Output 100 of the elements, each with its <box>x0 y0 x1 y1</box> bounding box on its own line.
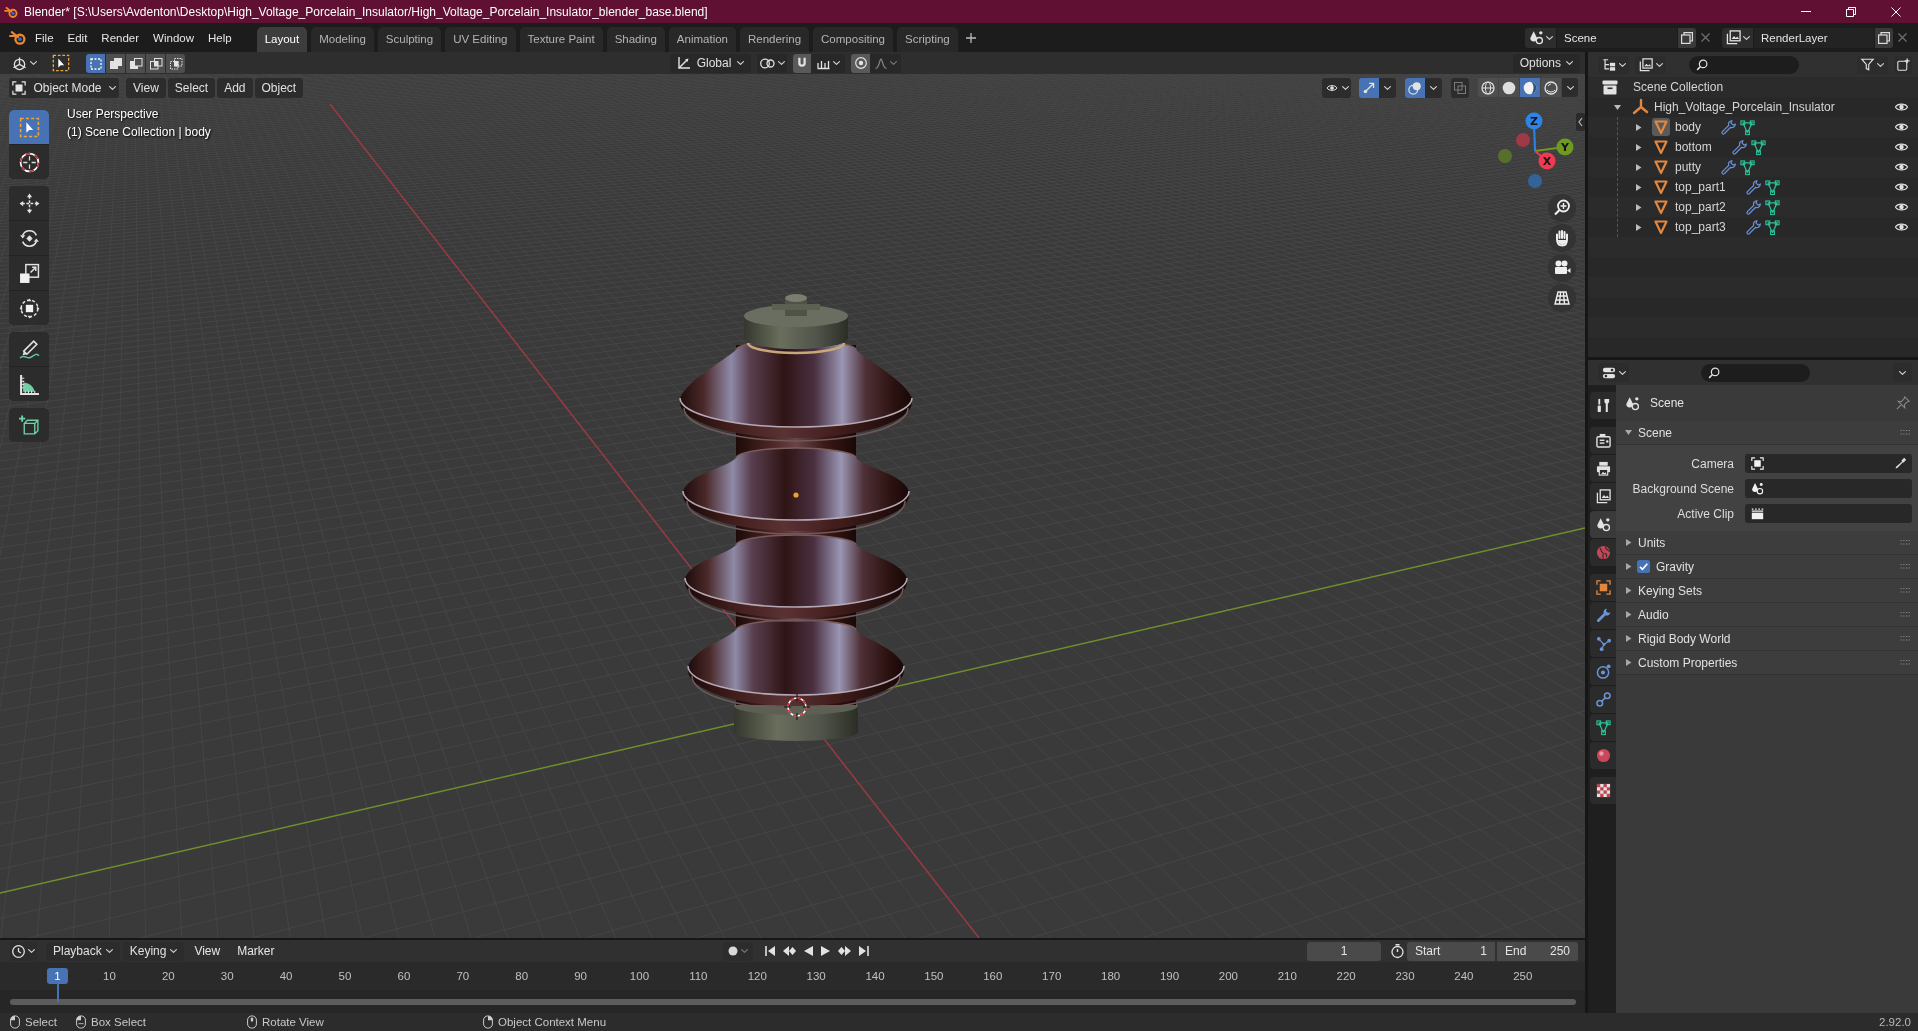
negative-axis-dot[interactable] <box>1516 133 1530 147</box>
eye-icon[interactable] <box>1894 121 1909 133</box>
properties-tab[interactable] <box>1590 686 1616 713</box>
axis-handle[interactable]: X <box>1538 152 1556 170</box>
rotate-tool-button[interactable] <box>9 221 49 255</box>
outliner-item-label[interactable]: body <box>1675 120 1702 134</box>
shading-mode-button[interactable] <box>1541 78 1561 97</box>
x-icon[interactable] <box>1898 33 1907 42</box>
disclosure-triangle-icon[interactable] <box>1625 587 1632 594</box>
move-tool-button[interactable] <box>9 186 49 220</box>
workspace-tab[interactable]: Texture Paint <box>519 27 603 52</box>
collection-label[interactable]: Scene Collection <box>1633 80 1724 94</box>
menu-item[interactable]: File <box>28 27 61 48</box>
eye-icon[interactable] <box>1894 201 1909 213</box>
restore-icon[interactable] <box>1845 6 1856 17</box>
mesh-data-icon[interactable] <box>1764 219 1780 235</box>
annotate-tool-button[interactable] <box>9 332 49 366</box>
properties-tab[interactable] <box>1590 714 1616 741</box>
wrench-icon[interactable] <box>1731 139 1747 155</box>
disclosure-triangle-icon[interactable] <box>1635 143 1642 151</box>
workspace-tab[interactable]: UV Editing <box>445 27 516 52</box>
gizmo-toggle[interactable] <box>1359 77 1379 98</box>
eye-icon[interactable] <box>1894 221 1909 233</box>
visibility-dropdown[interactable] <box>1322 77 1351 98</box>
new-collection-button[interactable] <box>1894 55 1912 74</box>
view-layer-browse-button[interactable] <box>1722 27 1753 48</box>
options-dropdown[interactable] <box>1893 363 1912 382</box>
skip-to-start-icon[interactable] <box>764 946 775 956</box>
inverted-triangle-icon[interactable] <box>1652 158 1670 176</box>
outliner-item-label[interactable]: top_part2 <box>1675 200 1726 214</box>
play-icon[interactable] <box>820 946 830 956</box>
close-icon[interactable] <box>1890 6 1901 17</box>
menu-button[interactable]: Add <box>217 77 253 98</box>
mesh-data-icon[interactable] <box>1740 119 1756 135</box>
search-field[interactable] <box>1689 55 1799 74</box>
gizmo-dropdown[interactable] <box>1379 77 1396 98</box>
mode-dropdown[interactable]: Object Mode <box>9 77 119 98</box>
mesh-data-icon[interactable] <box>1764 199 1780 215</box>
view-layer-name-field[interactable]: RenderLayer <box>1754 27 1874 48</box>
disclosure-triangle-icon[interactable] <box>1635 223 1642 231</box>
playhead-frame[interactable]: 1 <box>47 968 68 984</box>
wrench-icon[interactable] <box>1745 199 1761 215</box>
workspace-tab[interactable]: Shading <box>606 27 665 52</box>
properties-tab[interactable] <box>1590 658 1616 685</box>
outliner-item-label[interactable]: High_Voltage_Porcelain_Insulator <box>1654 100 1835 114</box>
workspace-tab[interactable]: Modeling <box>311 27 374 52</box>
duplicate-button[interactable] <box>1678 27 1696 48</box>
duplicate-button[interactable] <box>1875 27 1893 48</box>
disclosure-triangle-icon[interactable] <box>1625 635 1632 642</box>
menu-button[interactable]: View <box>126 77 166 98</box>
properties-tab[interactable] <box>1590 392 1616 419</box>
scale-tool-button[interactable] <box>9 256 49 290</box>
eye-icon[interactable] <box>1894 161 1909 173</box>
previous-keyframe-icon[interactable] <box>782 946 796 956</box>
transform-tool-button[interactable] <box>9 291 49 325</box>
scrollbar[interactable] <box>10 998 1576 1005</box>
dropdown-button[interactable]: Playback <box>46 941 120 961</box>
inverted-triangle-icon[interactable] <box>1652 118 1670 136</box>
shading-mode-button[interactable] <box>1520 78 1540 97</box>
properties-tab[interactable] <box>1590 483 1616 510</box>
menu-item[interactable]: Render <box>94 27 147 48</box>
movie-camera-icon[interactable] <box>1548 254 1576 282</box>
start-frame-field[interactable]: Start 1 <box>1407 941 1495 961</box>
display-mode-button[interactable] <box>1635 55 1666 74</box>
shading-mode-button[interactable] <box>1478 78 1498 97</box>
menu-item[interactable]: Help <box>201 27 239 48</box>
outliner-item-label[interactable]: top_part3 <box>1675 220 1726 234</box>
inverted-triangle-icon[interactable] <box>1652 138 1670 156</box>
hand-icon[interactable] <box>1548 224 1576 252</box>
picker-field[interactable] <box>1745 479 1912 498</box>
workspace-tab[interactable]: Sculpting <box>377 27 442 52</box>
axis-handle[interactable]: Y <box>1556 138 1574 156</box>
disclosure-triangle-icon[interactable] <box>1625 539 1632 546</box>
scene-name-field[interactable]: Scene <box>1557 27 1677 48</box>
select-mode-button[interactable] <box>106 53 125 73</box>
menu-item[interactable]: Edit <box>60 27 95 48</box>
shading-dropdown[interactable] <box>1562 78 1578 97</box>
wrench-icon[interactable] <box>1721 119 1737 135</box>
cursor-tool-button[interactable] <box>9 145 49 179</box>
select-mode-button[interactable] <box>166 53 185 73</box>
measure-tool-button[interactable] <box>9 367 49 401</box>
eyedropper-icon[interactable] <box>1894 457 1907 470</box>
menu-item[interactable]: View <box>187 941 228 961</box>
outliner-item-label[interactable]: bottom <box>1675 140 1712 154</box>
disclosure-triangle-icon[interactable] <box>1635 123 1642 131</box>
inverted-triangle-icon[interactable] <box>1652 178 1670 196</box>
workspace-tab[interactable]: Compositing <box>813 27 893 52</box>
end-frame-field[interactable]: End 250 <box>1497 941 1578 961</box>
shading-mode-button[interactable] <box>1499 78 1519 97</box>
skip-to-end-icon[interactable] <box>858 946 869 956</box>
checkbox[interactable] <box>1637 560 1650 573</box>
disclosure-triangle-icon[interactable] <box>1625 611 1632 618</box>
select-mode-button[interactable] <box>126 53 145 73</box>
disclosure-triangle-icon[interactable] <box>1635 183 1642 191</box>
zoom-in-icon[interactable] <box>1548 194 1576 222</box>
picker-field[interactable] <box>1745 504 1912 523</box>
scene-browse-button[interactable] <box>1525 27 1556 48</box>
outliner-item-label[interactable]: top_part1 <box>1675 180 1726 194</box>
disclosure-triangle-icon[interactable] <box>1625 563 1632 570</box>
wrench-icon[interactable] <box>1721 159 1736 175</box>
